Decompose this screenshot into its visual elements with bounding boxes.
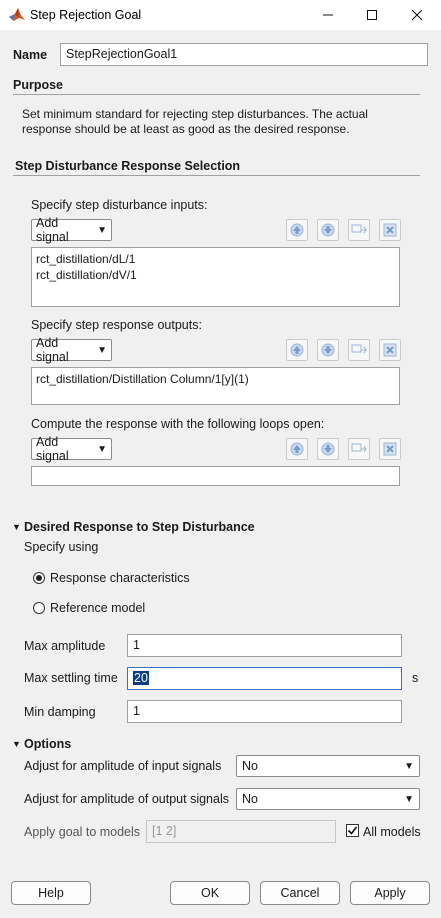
output-amplitude-label: Adjust for amplitude of output signals — [24, 792, 229, 806]
input-amplitude-dropdown[interactable]: No ▼ — [236, 755, 420, 777]
minimize-button[interactable] — [305, 0, 351, 30]
delete-icon[interactable] — [379, 339, 401, 361]
window-title: Step Rejection Goal — [30, 8, 142, 22]
dropdown-arrow-icon: ▼ — [97, 344, 107, 356]
move-down-icon[interactable] — [317, 219, 339, 241]
max-settling-time-input[interactable]: 20 — [127, 667, 402, 690]
input-amplitude-label: Adjust for amplitude of input signals — [24, 759, 222, 773]
list-item[interactable]: rct_distillation/dL/1 — [36, 251, 395, 267]
outputs-list[interactable]: rct_distillation/Distillation Column/1[y… — [31, 367, 400, 405]
desired-heading: Desired Response to Step Disturbance — [24, 520, 255, 534]
cancel-button[interactable]: Cancel — [260, 881, 340, 905]
select-signals-icon[interactable] — [348, 339, 370, 361]
name-label: Name — [13, 48, 48, 62]
settling-time-unit: s — [412, 671, 419, 685]
output-amplitude-value: No — [242, 792, 258, 806]
matlab-logo-icon — [8, 6, 26, 24]
min-damping-input[interactable]: 1 — [127, 700, 402, 723]
ok-button[interactable]: OK — [170, 881, 250, 905]
dropdown-arrow-icon: ▼ — [404, 760, 414, 772]
inputs-list[interactable]: rct_distillation/dL/1 rct_distillation/d… — [31, 247, 400, 307]
reference-model-radio[interactable] — [33, 602, 45, 614]
apply-button[interactable]: Apply — [350, 881, 430, 905]
dropdown-arrow-icon: ▼ — [404, 793, 414, 805]
maximize-button[interactable] — [349, 0, 395, 30]
purpose-divider — [13, 94, 420, 95]
all-models-label[interactable]: All models — [363, 825, 421, 839]
move-down-icon[interactable] — [317, 339, 339, 361]
output-amplitude-dropdown[interactable]: No ▼ — [236, 788, 420, 810]
select-signals-icon[interactable] — [348, 219, 370, 241]
list-item[interactable]: rct_distillation/Distillation Column/1[y… — [36, 371, 395, 387]
input-amplitude-value: No — [242, 759, 258, 773]
loops-add-signal-label: Add signal — [36, 435, 69, 463]
options-heading: Options — [24, 737, 72, 751]
reference-model-label[interactable]: Reference model — [50, 601, 145, 615]
response-characteristics-label[interactable]: Response characteristics — [50, 571, 190, 585]
inputs-add-signal-button[interactable]: Add signal ▼ — [31, 216, 112, 244]
list-item[interactable]: rct_distillation/dV/1 — [36, 267, 395, 283]
purpose-text-line1: Set minimum standard for rejecting step … — [22, 107, 368, 121]
purpose-text-line2: response should be at least as good as t… — [22, 122, 350, 136]
outputs-add-signal-button[interactable]: Add signal ▼ — [31, 336, 112, 364]
outputs-add-signal-label: Add signal — [36, 336, 69, 364]
move-up-icon[interactable] — [286, 339, 308, 361]
move-down-icon[interactable] — [317, 438, 339, 460]
help-button[interactable]: Help — [11, 881, 91, 905]
models-input[interactable]: [1 2] — [146, 820, 336, 843]
all-models-checkbox[interactable] — [346, 824, 359, 837]
move-up-icon[interactable] — [286, 219, 308, 241]
dropdown-arrow-icon: ▼ — [97, 443, 107, 455]
min-damping-label: Min damping — [24, 705, 96, 719]
apply-models-label: Apply goal to models — [24, 825, 141, 839]
loops-list[interactable] — [31, 466, 400, 486]
checkmark-icon — [347, 826, 358, 835]
delete-icon[interactable] — [379, 219, 401, 241]
selection-divider — [13, 175, 420, 176]
max-settling-time-value: 20 — [133, 671, 149, 685]
purpose-heading: Purpose — [13, 78, 64, 92]
selection-heading: Step Disturbance Response Selection — [15, 159, 241, 173]
specify-using-label: Specify using — [24, 540, 99, 554]
collapse-triangle-icon[interactable]: ▼ — [12, 522, 21, 532]
move-up-icon[interactable] — [286, 438, 308, 460]
max-amplitude-input[interactable]: 1 — [127, 634, 402, 657]
select-signals-icon[interactable] — [348, 438, 370, 460]
collapse-triangle-icon[interactable]: ▼ — [12, 739, 21, 749]
close-button[interactable] — [394, 0, 440, 30]
inputs-add-signal-label: Add signal — [36, 216, 69, 244]
dropdown-arrow-icon: ▼ — [97, 224, 107, 236]
loops-add-signal-button[interactable]: Add signal ▼ — [31, 435, 112, 463]
outputs-label: Specify step response outputs: — [31, 318, 202, 332]
name-input[interactable]: StepRejectionGoal1 — [60, 43, 428, 66]
loops-label: Compute the response with the following … — [31, 417, 325, 431]
response-characteristics-radio[interactable] — [33, 572, 45, 584]
max-amplitude-label: Max amplitude — [24, 639, 106, 653]
max-settling-time-label: Max settling time — [24, 671, 118, 685]
delete-icon[interactable] — [379, 438, 401, 460]
inputs-label: Specify step disturbance inputs: — [31, 198, 208, 212]
